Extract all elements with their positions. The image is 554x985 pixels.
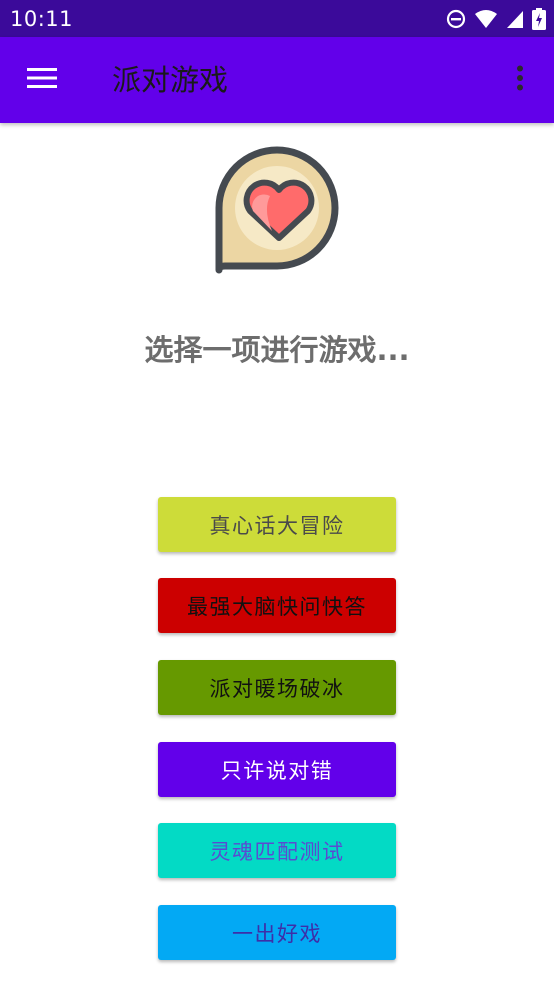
signal-icon <box>506 9 524 29</box>
good-play-button[interactable]: 一出好戏 <box>158 905 396 960</box>
game-button-label: 一出好戏 <box>232 921 322 946</box>
true-or-false-button[interactable]: 只许说对错 <box>158 742 396 797</box>
menu-icon <box>27 67 57 93</box>
app-title: 派对游戏 <box>112 63 229 97</box>
icebreaker-button[interactable]: 派对暖场破冰 <box>158 660 396 715</box>
prompt-text: 选择一项进行游戏... <box>144 333 410 367</box>
battery-charging-icon <box>532 8 546 30</box>
wifi-icon <box>474 9 498 29</box>
game-button-label: 真心话大冒险 <box>209 513 345 538</box>
game-button-label: 派对暖场破冰 <box>209 676 345 701</box>
status-icons <box>446 6 546 32</box>
status-time: 10:11 <box>10 7 74 31</box>
status-bar: 10:11 <box>0 0 554 37</box>
do-not-disturb-icon <box>446 9 466 29</box>
game-button-label: 灵魂匹配测试 <box>209 839 345 864</box>
quick-quiz-button[interactable]: 最强大脑快问快答 <box>158 578 396 633</box>
heart-chat-bubble-icon <box>207 138 347 278</box>
menu-button[interactable] <box>20 62 64 98</box>
truth-or-dare-button[interactable]: 真心话大冒险 <box>158 497 396 552</box>
more-options-button[interactable] <box>502 62 538 98</box>
more-vert-icon <box>516 65 524 95</box>
game-button-label: 最强大脑快问快答 <box>187 594 367 619</box>
soul-match-test-button[interactable]: 灵魂匹配测试 <box>158 823 396 878</box>
app-bar: 派对游戏 <box>0 37 554 123</box>
game-button-label: 只许说对错 <box>220 758 334 783</box>
